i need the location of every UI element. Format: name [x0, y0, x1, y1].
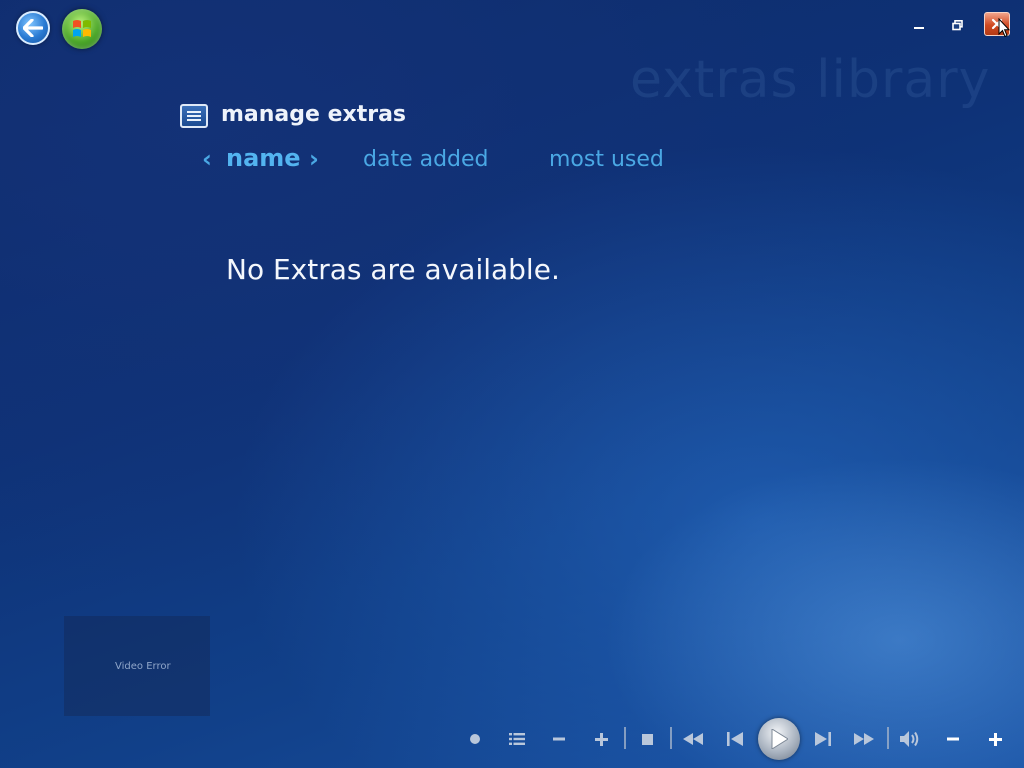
plus-icon [594, 732, 608, 746]
mute-button[interactable] [898, 726, 922, 752]
tab-date-added[interactable]: date added [363, 147, 489, 172]
channel-down-button[interactable] [549, 726, 569, 752]
play-button[interactable] [758, 718, 800, 760]
mouse-cursor [998, 18, 1010, 38]
speaker-icon [900, 731, 919, 747]
divider [887, 727, 889, 749]
empty-message: No Extras are available. [226, 253, 560, 286]
previous-button[interactable] [724, 726, 746, 752]
play-icon [771, 729, 788, 749]
stop-icon [641, 733, 653, 745]
minus-icon [553, 737, 565, 741]
stop-button[interactable] [637, 726, 657, 752]
minimize-button[interactable] [908, 14, 930, 36]
rewind-button[interactable] [681, 726, 705, 752]
tab-name[interactable]: name [226, 144, 301, 172]
volume-up-button[interactable] [985, 726, 1005, 752]
library-watermark-title: extras library [630, 50, 991, 110]
fast-forward-button[interactable] [852, 726, 876, 752]
list-icon [180, 104, 208, 128]
next-button[interactable] [812, 726, 834, 752]
restore-button[interactable] [946, 14, 968, 36]
fast-forward-icon [854, 733, 874, 745]
minus-icon [947, 737, 959, 741]
guide-button[interactable] [506, 726, 528, 752]
chevron-right-icon[interactable]: › [309, 145, 319, 173]
divider [670, 727, 672, 749]
back-button[interactable] [16, 11, 50, 45]
back-arrow-icon [23, 19, 43, 37]
chevron-left-icon[interactable]: ‹ [202, 145, 212, 173]
record-icon [470, 734, 480, 744]
page-title: manage extras [221, 102, 407, 127]
divider [624, 727, 626, 749]
tab-most-used[interactable]: most used [549, 147, 664, 172]
rewind-icon [683, 733, 703, 745]
start-button[interactable] [62, 9, 102, 49]
channel-up-button[interactable] [591, 726, 611, 752]
skip-next-icon [815, 732, 831, 746]
minimize-icon [914, 27, 924, 29]
plus-icon [988, 732, 1002, 746]
list-icon [509, 733, 525, 745]
video-error-text: Video Error [115, 661, 171, 672]
skip-previous-icon [727, 732, 743, 746]
restore-icon [951, 19, 963, 30]
volume-down-button[interactable] [943, 726, 963, 752]
windows-start-icon [73, 20, 91, 37]
record-button[interactable] [466, 726, 484, 752]
